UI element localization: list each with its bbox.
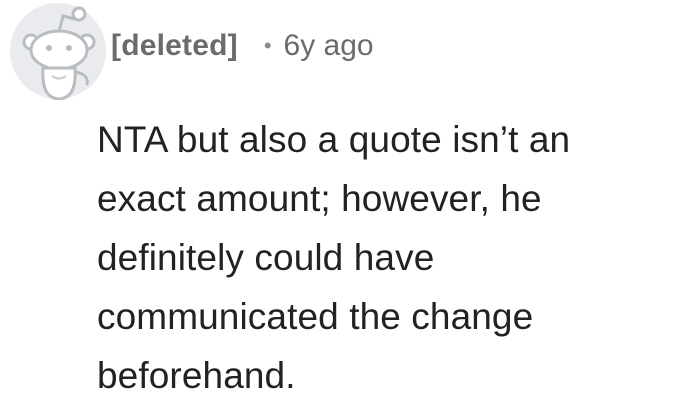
comment-body-line: communicated the change <box>97 296 534 337</box>
meta-separator: • <box>263 33 272 58</box>
avatar[interactable] <box>9 2 107 100</box>
comment-body-line: exact amount; however, he <box>97 178 542 219</box>
comment-body-line: NTA but also a quote isn’t an <box>97 119 571 160</box>
comment-age[interactable]: 6y ago <box>284 29 374 63</box>
comment-body-line: beforehand. <box>97 355 296 396</box>
snoo-avatar-icon <box>10 3 106 100</box>
comment-body-line: definitely could have <box>97 237 435 278</box>
comment-meta: [deleted] • 6y ago <box>111 24 374 68</box>
author-username[interactable]: [deleted] <box>111 29 238 63</box>
comment: [deleted] • 6y ago NTA but also a quote … <box>0 0 700 416</box>
comment-body: NTA but also a quote isn’t an exact amou… <box>97 110 687 405</box>
